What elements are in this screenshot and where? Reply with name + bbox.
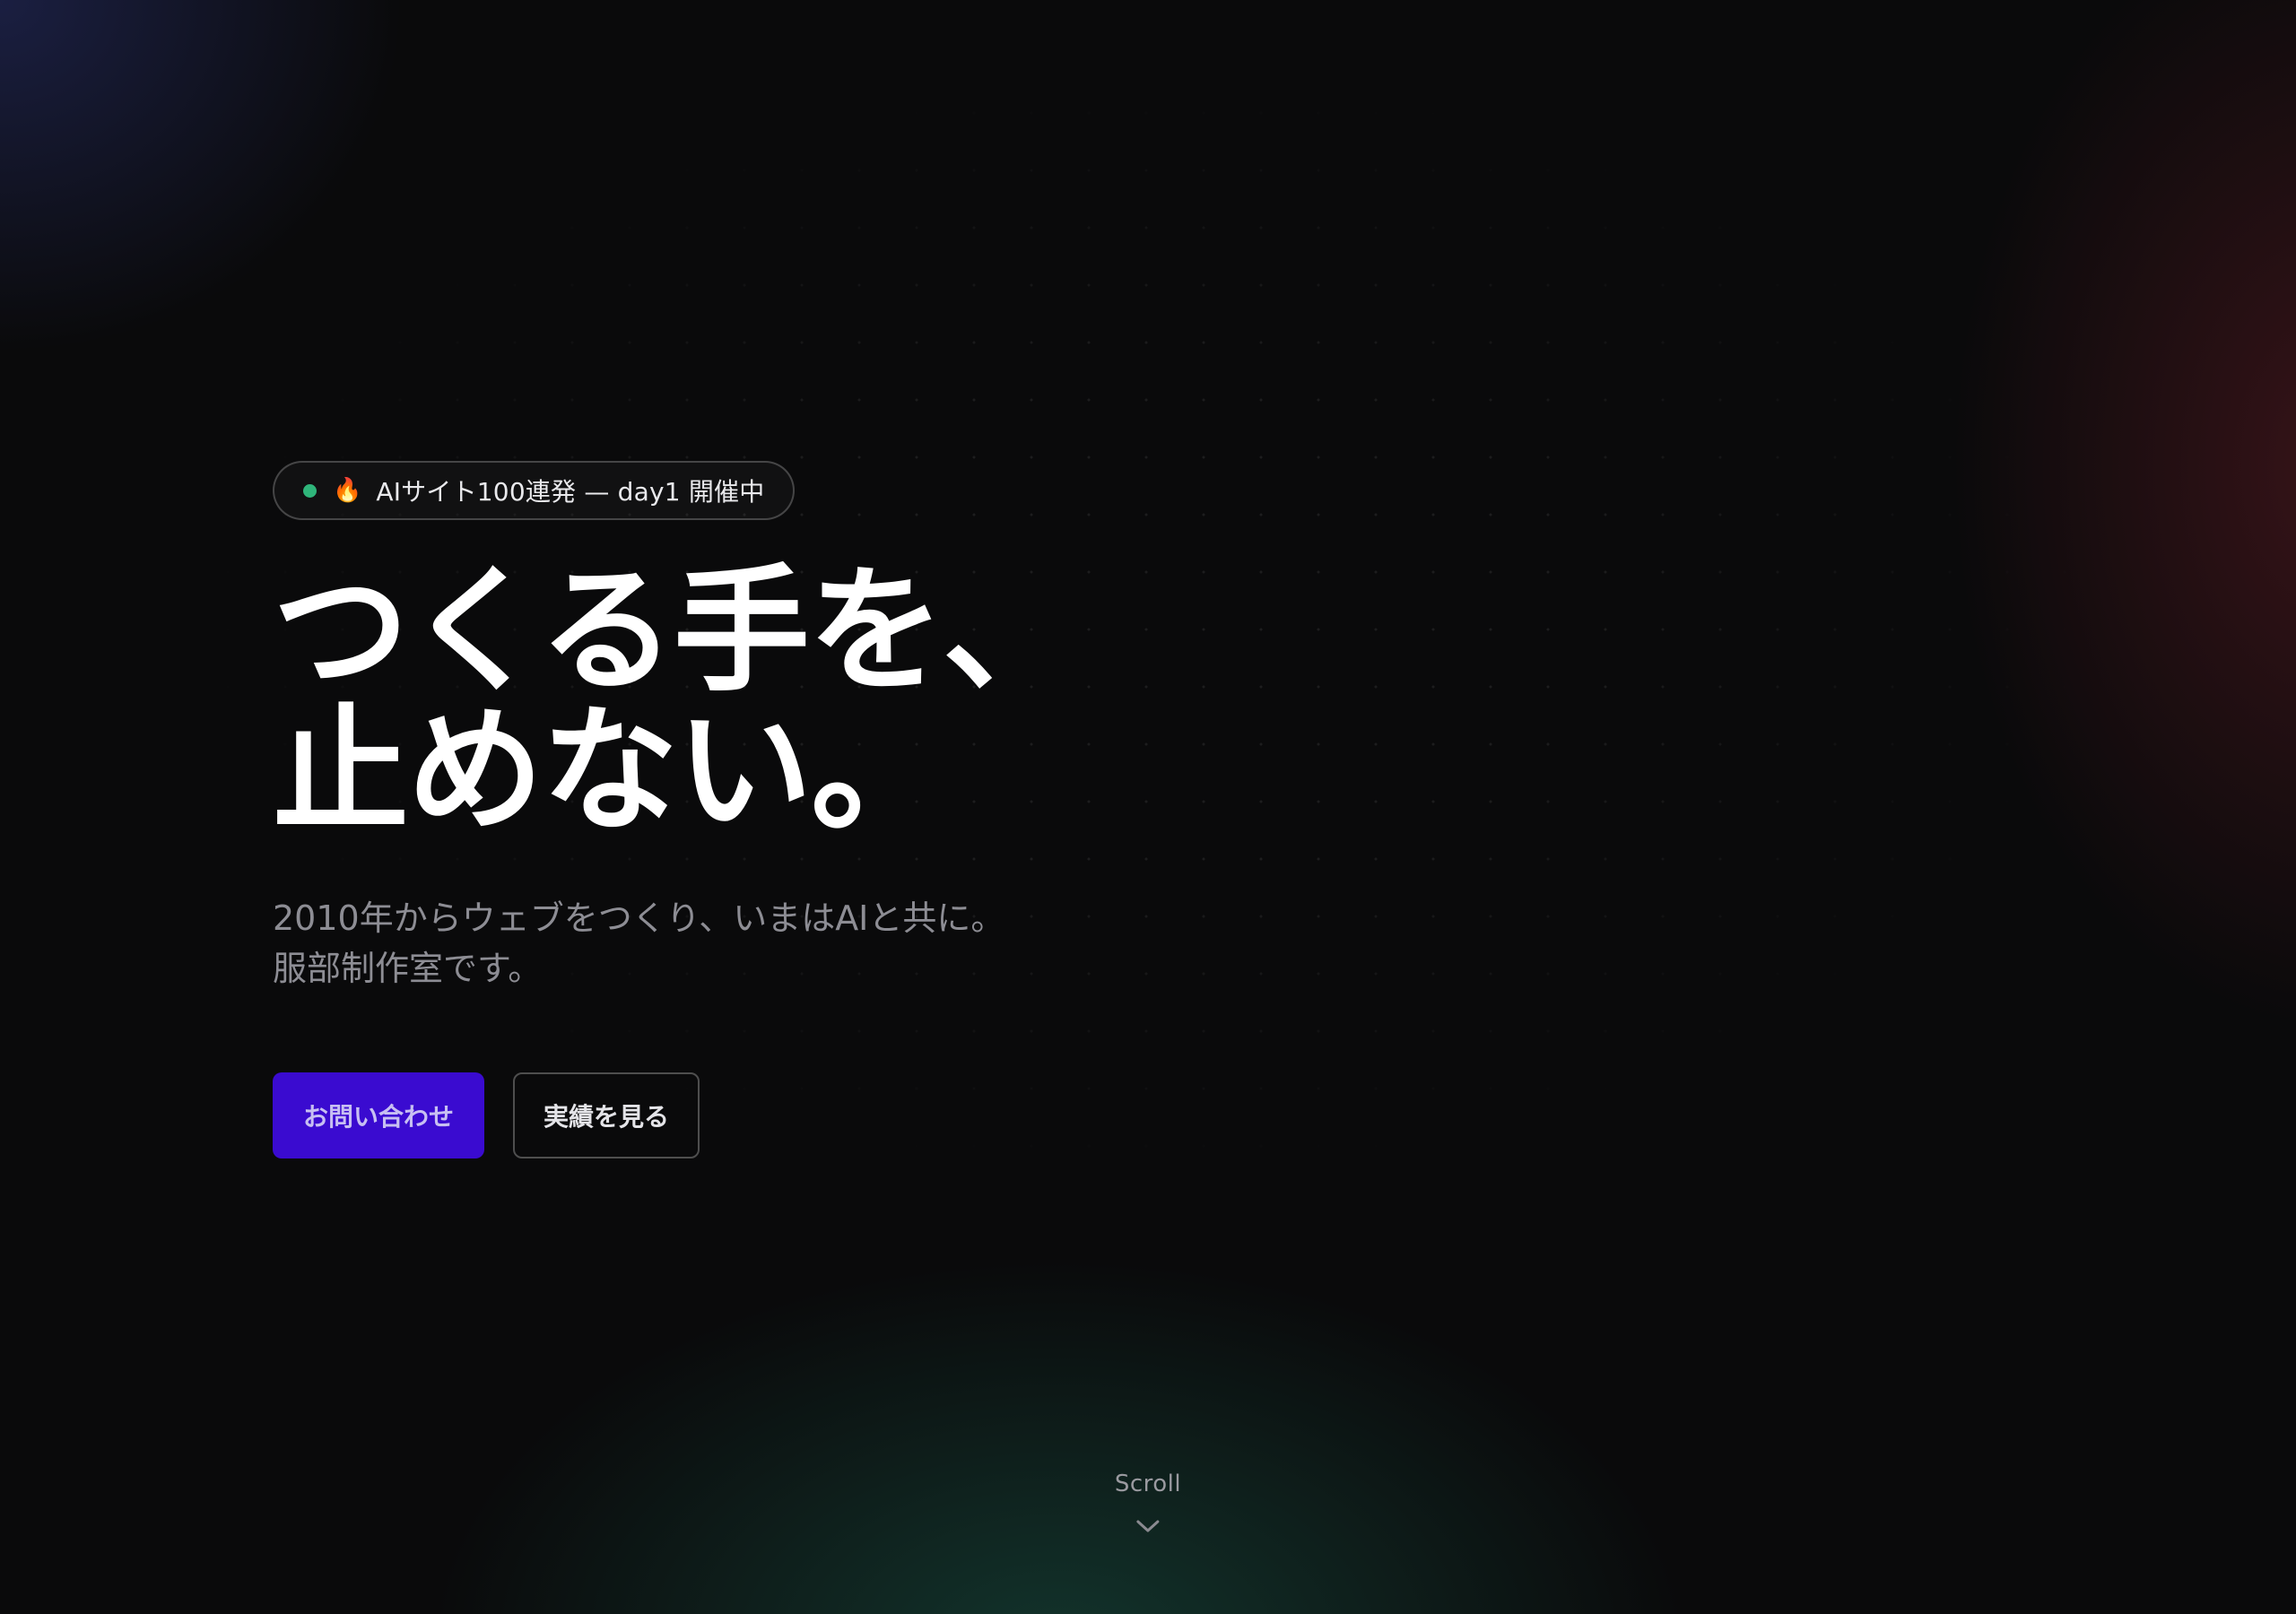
fire-icon: 🔥 bbox=[333, 477, 362, 504]
contact-button[interactable]: お問い合わせ bbox=[273, 1072, 484, 1158]
headline-line-1: つくる手を、 bbox=[273, 551, 1079, 710]
view-works-button[interactable]: 実績を見る bbox=[513, 1072, 700, 1158]
live-status-dot bbox=[303, 483, 317, 498]
badge-text: AIサイト100連発 — day1 開催中 bbox=[376, 477, 765, 507]
scroll-indicator[interactable]: Scroll bbox=[1115, 1471, 1181, 1533]
hero-headline: つくる手を、 止めない。 bbox=[273, 561, 1528, 841]
cta-buttons: お問い合わせ 実績を見る bbox=[273, 1072, 1528, 1158]
status-badge: 🔥 AIサイト100連発 — day1 開催中 bbox=[273, 461, 796, 520]
hero-subtitle: 2010年からウェブをつくり、いまはAIと共に。 服部制作室です。 bbox=[273, 893, 1528, 994]
hero-section: 🔥 AIサイト100連発 — day1 開催中 つくる手を、 止めない。 201… bbox=[273, 461, 1528, 1158]
chevron-down-icon bbox=[1136, 1520, 1160, 1532]
headline-line-2: 止めない。 bbox=[273, 691, 947, 850]
subtitle-line-1: 2010年からウェブをつくり、いまはAIと共に。 bbox=[273, 898, 1005, 938]
scroll-label: Scroll bbox=[1114, 1471, 1182, 1497]
subtitle-line-2: 服部制作室です。 bbox=[273, 949, 543, 988]
